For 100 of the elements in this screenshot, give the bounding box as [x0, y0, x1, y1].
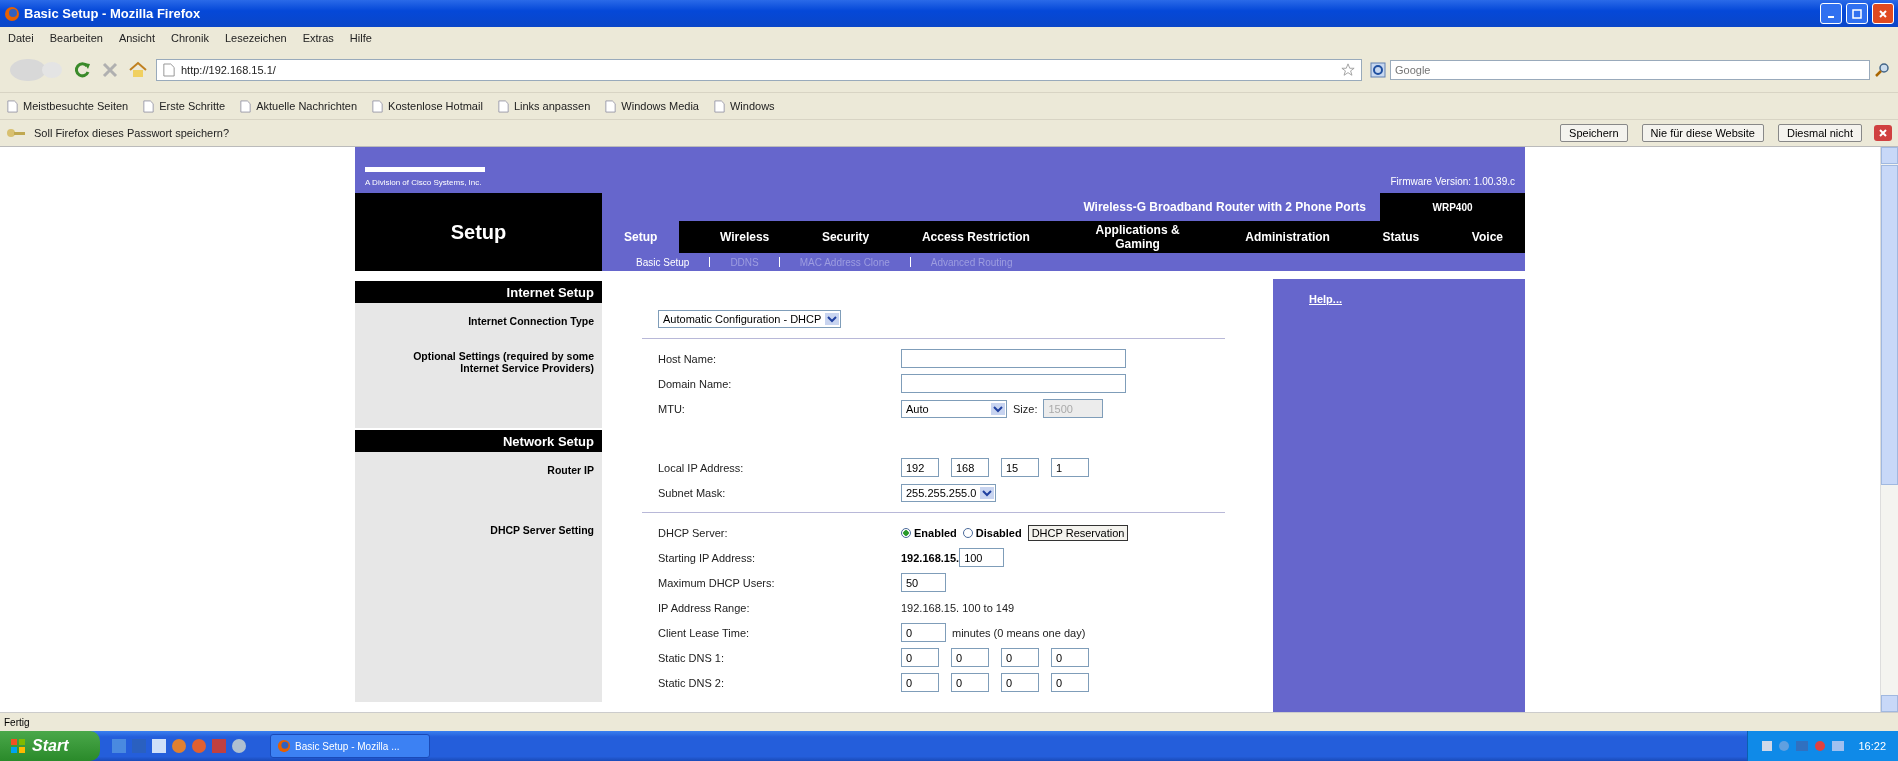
section-heading: Internet Setup [506, 284, 594, 300]
firmware-version: Firmware Version: 1.00.39.c [1390, 176, 1515, 187]
page-icon [604, 99, 618, 113]
input-field[interactable]: 0 [1001, 673, 1039, 692]
section-title: Setup [450, 220, 507, 244]
tab[interactable]: Security [809, 221, 882, 253]
field-label: Domain Name: [658, 377, 733, 390]
bookmark-link[interactable]: Erste Schritte [142, 99, 226, 113]
scroll-up-button[interactable] [1881, 147, 1898, 164]
stop-icon[interactable] [100, 60, 120, 80]
caret-icon [980, 486, 995, 499]
bookmark-link[interactable]: Kostenlose Hotmail [371, 99, 483, 113]
input-field[interactable]: 0 [1001, 648, 1039, 667]
input-field[interactable]: 0 [951, 673, 989, 692]
caret-icon [825, 312, 840, 325]
field-label: IP Address Range: [658, 601, 751, 614]
scroll-down-button[interactable] [1881, 695, 1898, 712]
input-field[interactable]: 1 [1051, 458, 1089, 477]
group-label: Optional Settings (required by some Internet Service Providers) [412, 350, 594, 374]
field-value: 192.168.15. 100 to 149 [901, 601, 1015, 614]
tab[interactable]: Access Restriction [909, 221, 1042, 253]
input-field[interactable] [901, 374, 1126, 393]
tab[interactable]: Voice [1459, 221, 1515, 253]
group-label: Router IP [547, 464, 594, 476]
clock: 16:22 [1858, 740, 1886, 752]
notification-button[interactable]: Nie für diese Website [1641, 124, 1764, 142]
menu-item[interactable]: Datei [8, 31, 34, 44]
search-icon[interactable] [1874, 62, 1890, 78]
bookmark-link[interactable]: Meistbesuchte Seiten [6, 99, 129, 113]
windows-logo-icon [10, 738, 26, 754]
product-name: Wireless-G Broadband Router with 2 Phone Ports [1083, 200, 1367, 214]
field-label: Subnet Mask: [658, 486, 727, 499]
input-field[interactable]: 50 [901, 573, 946, 592]
notification-text: Soll Firefox dieses Passwort speichern? [34, 127, 230, 139]
scroll-thumb[interactable] [1881, 165, 1898, 485]
tab[interactable]: Administration [1233, 221, 1342, 253]
tab[interactable]: Setup [602, 221, 680, 253]
input-field[interactable]: 0 [901, 648, 939, 667]
input-field[interactable]: 0 [1051, 648, 1089, 667]
star-icon[interactable] [1341, 63, 1355, 77]
menu-item[interactable]: Chronik [171, 31, 209, 44]
input-field[interactable]: 0 [901, 673, 939, 692]
firefox-icon [4, 5, 20, 22]
notification-button[interactable]: Speichern [1560, 124, 1628, 142]
taskbar-window-button[interactable]: Basic Setup - Mozilla ... [270, 734, 430, 758]
key-icon [6, 126, 26, 140]
radio-option[interactable]: Disabled [962, 526, 1022, 539]
maximize-icon [1852, 8, 1862, 19]
bookmark-link[interactable]: Windows [712, 99, 775, 113]
maximize-button[interactable] [1846, 3, 1868, 24]
bookmark-link[interactable]: Links anpassen [496, 99, 591, 113]
menu-item[interactable]: Ansicht [118, 31, 155, 44]
page-icon [239, 99, 253, 113]
bookmark-link[interactable]: Aktuelle Nachrichten [239, 99, 358, 113]
search-field[interactable]: Google [1390, 60, 1870, 80]
input-field[interactable]: 100 [959, 548, 1005, 567]
input-field[interactable]: 168 [951, 458, 989, 477]
address-field[interactable]: http://192.168.15.1/ [156, 59, 1362, 81]
input-field[interactable]: 192 [901, 458, 939, 477]
input-field[interactable]: 0 [901, 623, 946, 642]
dropdown[interactable]: Automatic Configuration - DHCP [658, 309, 842, 328]
radio-option[interactable]: Enabled [901, 526, 957, 539]
reload-icon[interactable] [72, 60, 92, 80]
page-icon [496, 99, 510, 113]
group-label: Internet Connection Type [468, 315, 594, 327]
logo-fragment-icon [365, 167, 485, 172]
subtab-link[interactable]: Basic Setup [636, 256, 690, 268]
input-field[interactable] [901, 349, 1126, 368]
close-button[interactable] [1872, 3, 1894, 24]
scrollbar[interactable] [1880, 147, 1898, 712]
tab[interactable]: Status [1370, 221, 1432, 253]
search-engine-icon[interactable] [1370, 62, 1386, 78]
dropdown[interactable]: 255.255.255.0 [901, 483, 997, 502]
ip-prefix: 192.168.15. [901, 551, 960, 564]
help-link[interactable]: Help... [1309, 293, 1342, 305]
minimize-button[interactable] [1820, 3, 1842, 24]
page-icon [142, 99, 156, 113]
notification-button[interactable]: Diesmal nicht [1777, 124, 1862, 142]
menu-item[interactable]: Bearbeiten [49, 31, 103, 44]
input-field[interactable]: 0 [951, 648, 989, 667]
input-field[interactable]: 15 [1001, 458, 1039, 477]
tab[interactable]: Applications & Gaming [1070, 221, 1205, 253]
start-button[interactable]: Start [0, 731, 100, 761]
tab[interactable]: Wireless [708, 221, 782, 253]
field-label: DHCP Server: [658, 526, 729, 539]
window-title: Basic Setup - Mozilla Firefox [24, 6, 201, 21]
bookmark-link[interactable]: Windows Media [604, 99, 699, 113]
home-icon[interactable] [128, 60, 148, 80]
section-heading: Network Setup [503, 433, 594, 449]
page-icon [6, 99, 19, 113]
field-label: Starting IP Address: [658, 551, 757, 564]
input-field[interactable]: 0 [1051, 673, 1089, 692]
menu-item[interactable]: Hilfe [349, 31, 372, 44]
menu-item[interactable]: Lesezeichen [224, 31, 287, 44]
menu-item[interactable]: Extras [302, 31, 334, 44]
close-button[interactable] [1874, 125, 1892, 141]
group-label: DHCP Server Setting [490, 524, 594, 536]
reservation-button[interactable]: DHCP Reservation [1027, 524, 1129, 541]
caret-icon [991, 402, 1005, 415]
dropdown[interactable]: Auto [901, 399, 1007, 418]
